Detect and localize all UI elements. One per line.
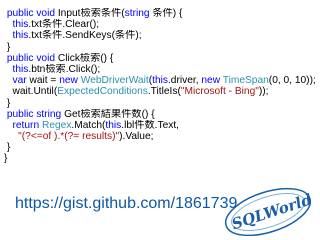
code-token: this (105, 119, 122, 131)
code-token: wait = (26, 75, 60, 87)
code-token: this (152, 75, 168, 87)
code-line: wait.Until(ExpectedConditions.TitleIs("M… (4, 86, 316, 97)
code-token: this (12, 30, 29, 42)
gist-link[interactable]: https://gist.github.com/1861739 (15, 195, 237, 213)
code-token: wait.Until( (4, 86, 58, 98)
code-token: void (36, 8, 56, 19)
code-token: var (12, 75, 27, 87)
code-line: } (4, 98, 316, 109)
code-token: string (124, 8, 150, 19)
code-line: public void Input檢索条件(string 条件) { (4, 8, 316, 19)
code-token: )); (258, 86, 269, 98)
code-token: .txt条件.Clear(); (28, 19, 100, 31)
sqlworld-logo: SQLWorld (224, 187, 315, 236)
code-token: .TitleIs( (147, 86, 181, 98)
code-token: .Match( (71, 119, 106, 131)
code-token: } (4, 97, 11, 109)
code-line: "(?<=of ).*(?= results)").Value; (4, 131, 316, 142)
code-line: } (4, 142, 316, 153)
code-token: .driver, (167, 75, 202, 87)
code-token: "Microsoft - Bing" (180, 86, 259, 98)
code-line: } (4, 42, 316, 53)
code-line: } (4, 153, 316, 164)
code-token: (0, 0, 10)); (268, 75, 316, 87)
code-token: new (59, 75, 78, 87)
code-line: var wait = new WebDriverWait(this.driver… (4, 75, 316, 86)
code-token: 条件) { (149, 8, 183, 19)
code-token: string (36, 108, 62, 120)
code-line: public string Get檢索結果件数() { (4, 109, 316, 120)
code-token: } (4, 153, 8, 165)
code-token: ExpectedConditions (57, 86, 148, 98)
code-token: public (6, 8, 34, 19)
code-line: this.txt条件.SendKeys(条件); (4, 30, 316, 41)
code-token: Regex (41, 119, 72, 131)
code-token: ).Value; (119, 131, 154, 143)
code-token: Get檢索結果件数() { (61, 108, 155, 120)
code-token: public (6, 108, 34, 120)
code-token: WebDriverWait (80, 75, 149, 87)
code-token: } (4, 142, 11, 154)
code-token: .txt条件.SendKeys(条件); (28, 30, 142, 42)
code-line: return Regex.Match(this.lbl件数.Text, (4, 120, 316, 131)
code-block: public void Input檢索条件(string 条件) { this.… (4, 8, 316, 165)
code-token: .lbl件数.Text, (121, 119, 179, 131)
code-line: this.btn檢索.Click(); (4, 64, 316, 75)
code-token: void (36, 52, 56, 64)
code-token: new (201, 75, 221, 87)
code-line: this.txt条件.Clear(); (4, 19, 316, 30)
code-token: } (4, 41, 11, 53)
code-token: "(?<=of ).*(?= results)" (18, 131, 120, 143)
code-token: Click檢索() { (55, 52, 114, 64)
code-token: public (6, 52, 34, 64)
code-token: this (12, 19, 29, 31)
code-token: Input檢索条件( (55, 8, 125, 19)
code-line: public void Click檢索() { (4, 53, 316, 64)
code-token: TimeSpan (222, 75, 269, 87)
code-token: this (12, 63, 29, 75)
code-token: return (12, 119, 40, 131)
code-token: .btn檢索.Click(); (28, 63, 101, 75)
